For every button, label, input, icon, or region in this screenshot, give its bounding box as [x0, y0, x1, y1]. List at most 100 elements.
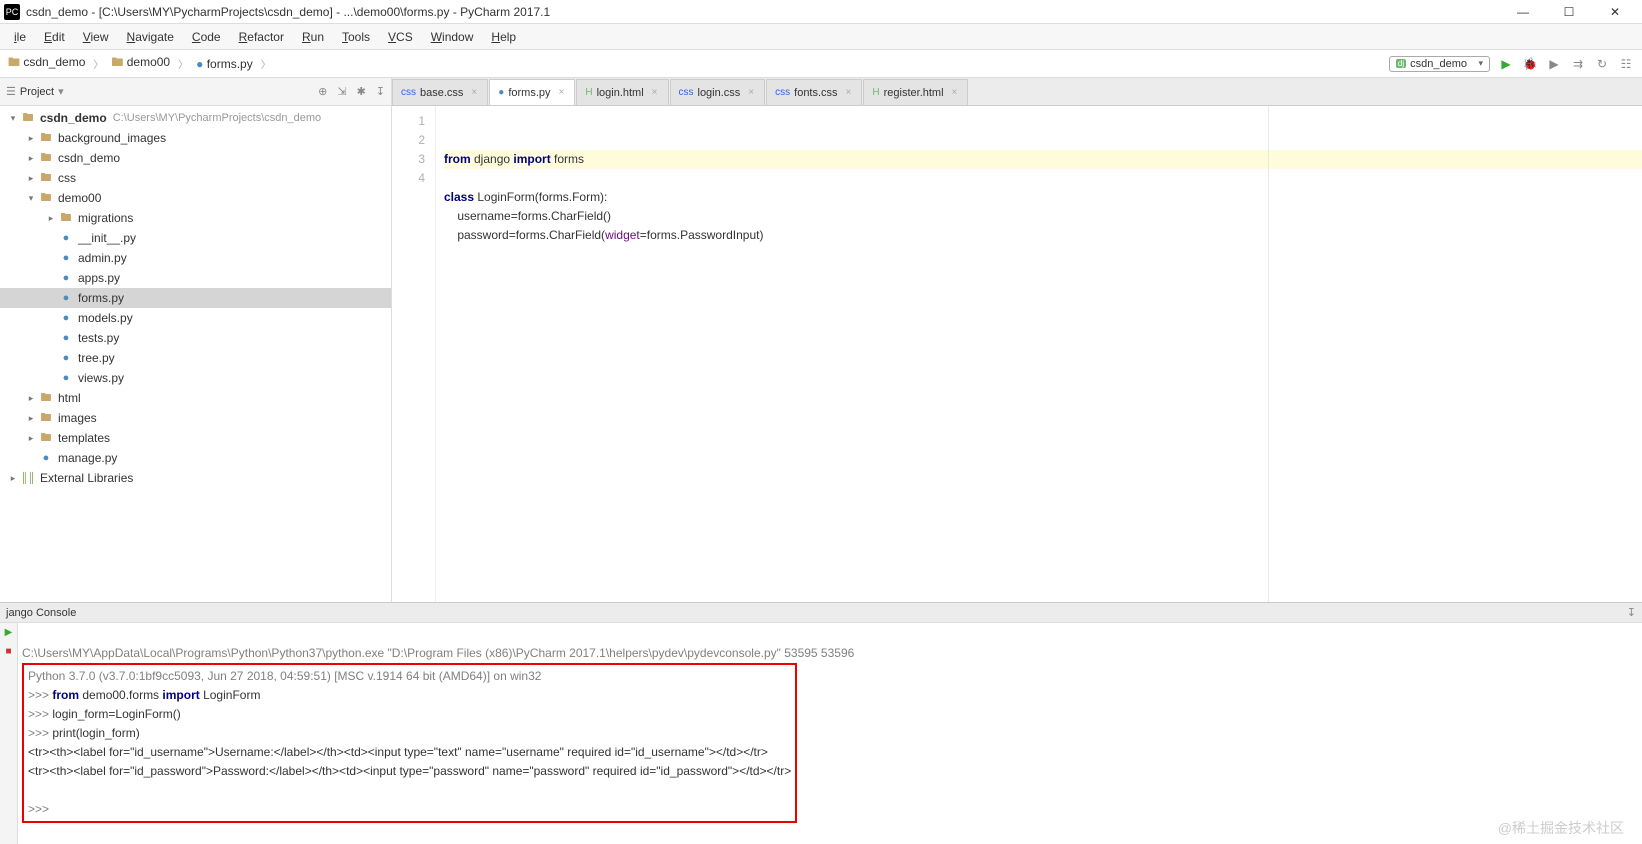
tree-node[interactable]: ▸🖿background_images	[0, 128, 391, 148]
editor-tab[interactable]: cssbase.css×	[392, 79, 488, 105]
css-file-icon: css	[775, 87, 790, 98]
close-tab-icon[interactable]: ×	[559, 87, 565, 98]
editor-area: cssbase.css×●forms.py×Hlogin.html×csslog…	[392, 78, 1642, 602]
debug-button[interactable]: 🐞	[1522, 56, 1538, 72]
menu-vcs[interactable]: VCS	[380, 27, 421, 47]
scope-toggle-icon[interactable]: ☰	[6, 85, 16, 98]
editor-tab[interactable]: cssfonts.css×	[766, 79, 862, 105]
close-button[interactable]: ✕	[1602, 3, 1628, 21]
project-tree[interactable]: ▾🖿csdn_demoC:\Users\MY\PycharmProjects\c…	[0, 106, 391, 602]
folder-icon: 🖿	[58, 209, 74, 228]
menu-tools[interactable]: Tools	[334, 27, 378, 47]
css-file-icon: css	[401, 87, 416, 98]
gear-icon[interactable]: ✱	[357, 85, 366, 98]
tree-node[interactable]: ▸🖿images	[0, 408, 391, 428]
window-buttons: — ☐ ✕	[1510, 3, 1638, 21]
console-stop-icon[interactable]: ■	[5, 646, 11, 657]
gutter: 1234	[392, 106, 436, 602]
run-config-label: csdn_demo	[1410, 58, 1467, 70]
tree-node[interactable]: ●__init__.py	[0, 228, 391, 248]
menu-edit[interactable]: Edit	[36, 27, 73, 47]
tree-node[interactable]: ▸🖿html	[0, 388, 391, 408]
menu-ile[interactable]: ile	[6, 27, 34, 47]
minimize-button[interactable]: —	[1510, 3, 1536, 21]
console-hide-icon[interactable]: ↧	[1627, 606, 1636, 619]
menu-run[interactable]: Run	[294, 27, 332, 47]
python-file-icon: ●	[58, 272, 74, 284]
close-tab-icon[interactable]: ×	[748, 87, 754, 98]
stop-button[interactable]: ↻	[1594, 56, 1610, 72]
watermark: @稀土掘金技术社区	[1498, 818, 1624, 838]
tree-node[interactable]: ●admin.py	[0, 248, 391, 268]
tree-node[interactable]: ▾🖿csdn_demoC:\Users\MY\PycharmProjects\c…	[0, 108, 391, 128]
close-tab-icon[interactable]: ×	[652, 87, 658, 98]
chevron-right-icon: 〉	[261, 56, 271, 71]
breadcrumb-item[interactable]: 🖿 csdn_demo	[8, 53, 85, 74]
menu-view[interactable]: View	[75, 27, 117, 47]
django-icon: dj	[1396, 59, 1406, 68]
run-coverage-button[interactable]: ▶	[1546, 56, 1562, 72]
tree-node[interactable]: ▸🖿csdn_demo	[0, 148, 391, 168]
console-output[interactable]: C:\Users\MY\AppData\Local\Programs\Pytho…	[18, 623, 1642, 844]
window-title: csdn_demo - [C:\Users\MY\PycharmProjects…	[26, 5, 550, 19]
python-file-icon: ●	[58, 372, 74, 384]
menu-window[interactable]: Window	[423, 27, 482, 47]
py-file-icon: ●	[498, 87, 504, 98]
tree-node[interactable]: ●forms.py	[0, 288, 391, 308]
menubar: ileEditViewNavigateCodeRefactorRunToolsV…	[0, 24, 1642, 50]
maximize-button[interactable]: ☐	[1556, 3, 1582, 21]
menu-help[interactable]: Help	[483, 27, 524, 47]
python-file-icon: ●	[38, 452, 54, 464]
breadcrumb-item[interactable]: 🖿 demo00	[111, 53, 170, 74]
editor-tab[interactable]: Hregister.html×	[863, 79, 968, 105]
rerun-icon[interactable]: ▶	[5, 627, 13, 638]
python-file-icon: ●	[58, 252, 74, 264]
menu-navigate[interactable]: Navigate	[119, 27, 182, 47]
editor-tab[interactable]: ●forms.py×	[489, 79, 575, 105]
folder-icon: 🖿	[38, 389, 54, 408]
tree-node[interactable]: ▸🖿css	[0, 168, 391, 188]
library-icon: ║║	[20, 473, 36, 484]
console-title: jango Console	[6, 607, 76, 619]
close-tab-icon[interactable]: ×	[471, 87, 477, 98]
run-button[interactable]: ▶	[1498, 56, 1514, 72]
code-editor[interactable]: from django import forms class LoginForm…	[436, 106, 1642, 602]
editor-tab[interactable]: Hlogin.html×	[576, 79, 668, 105]
collapse-icon[interactable]: ⇲	[337, 85, 346, 98]
search-button[interactable]: ☷	[1618, 56, 1634, 72]
html-file-icon: H	[872, 87, 879, 98]
pycharm-icon: PC	[4, 4, 20, 20]
editor-tab[interactable]: csslogin.css×	[670, 79, 766, 105]
chevron-right-icon: 〉	[178, 56, 188, 71]
tree-node[interactable]: ▸🖿templates	[0, 428, 391, 448]
highlighted-block: Python 3.7.0 (v3.7.0:1bf9cc5093, Jun 27 …	[22, 663, 797, 823]
close-tab-icon[interactable]: ×	[846, 87, 852, 98]
project-title: Project	[20, 86, 54, 98]
run-config-selector[interactable]: dj csdn_demo	[1389, 56, 1490, 72]
attach-button[interactable]: ⇉	[1570, 56, 1586, 72]
tree-node[interactable]: ▾🖿demo00	[0, 188, 391, 208]
tree-node[interactable]: ●tree.py	[0, 348, 391, 368]
django-console-toolwindow: jango Console ↧ ▶ ■ C:\Users\MY\AppData\…	[0, 602, 1642, 844]
folder-icon: 🖿	[38, 149, 54, 168]
folder-icon: 🖿	[38, 409, 54, 428]
tree-node[interactable]: ●views.py	[0, 368, 391, 388]
titlebar: PC csdn_demo - [C:\Users\MY\PycharmProje…	[0, 0, 1642, 24]
autoscroll-icon[interactable]: ⊕	[318, 85, 327, 98]
tree-node[interactable]: ●tests.py	[0, 328, 391, 348]
hide-icon[interactable]: ↧	[376, 85, 385, 98]
tree-node[interactable]: ●apps.py	[0, 268, 391, 288]
console-toolbar: ▶ ■	[0, 623, 18, 844]
tree-node[interactable]: ●models.py	[0, 308, 391, 328]
tree-node[interactable]: ▸🖿migrations	[0, 208, 391, 228]
tree-node[interactable]: ●manage.py	[0, 448, 391, 468]
right-margin-line	[1268, 106, 1269, 602]
tree-node[interactable]: ▸║║External Libraries	[0, 468, 391, 488]
menu-code[interactable]: Code	[184, 27, 229, 47]
project-toolwindow: ☰ Project ▾ ⊕ ⇲ ✱ ↧ ▾🖿csdn_demoC:\Users\…	[0, 78, 392, 602]
breadcrumb: 🖿 csdn_demo〉🖿 demo00〉● forms.py〉	[8, 53, 275, 74]
menu-refactor[interactable]: Refactor	[231, 27, 292, 47]
close-tab-icon[interactable]: ×	[952, 87, 958, 98]
breadcrumb-item[interactable]: ● forms.py	[196, 57, 253, 71]
python-file-icon: ●	[58, 232, 74, 244]
